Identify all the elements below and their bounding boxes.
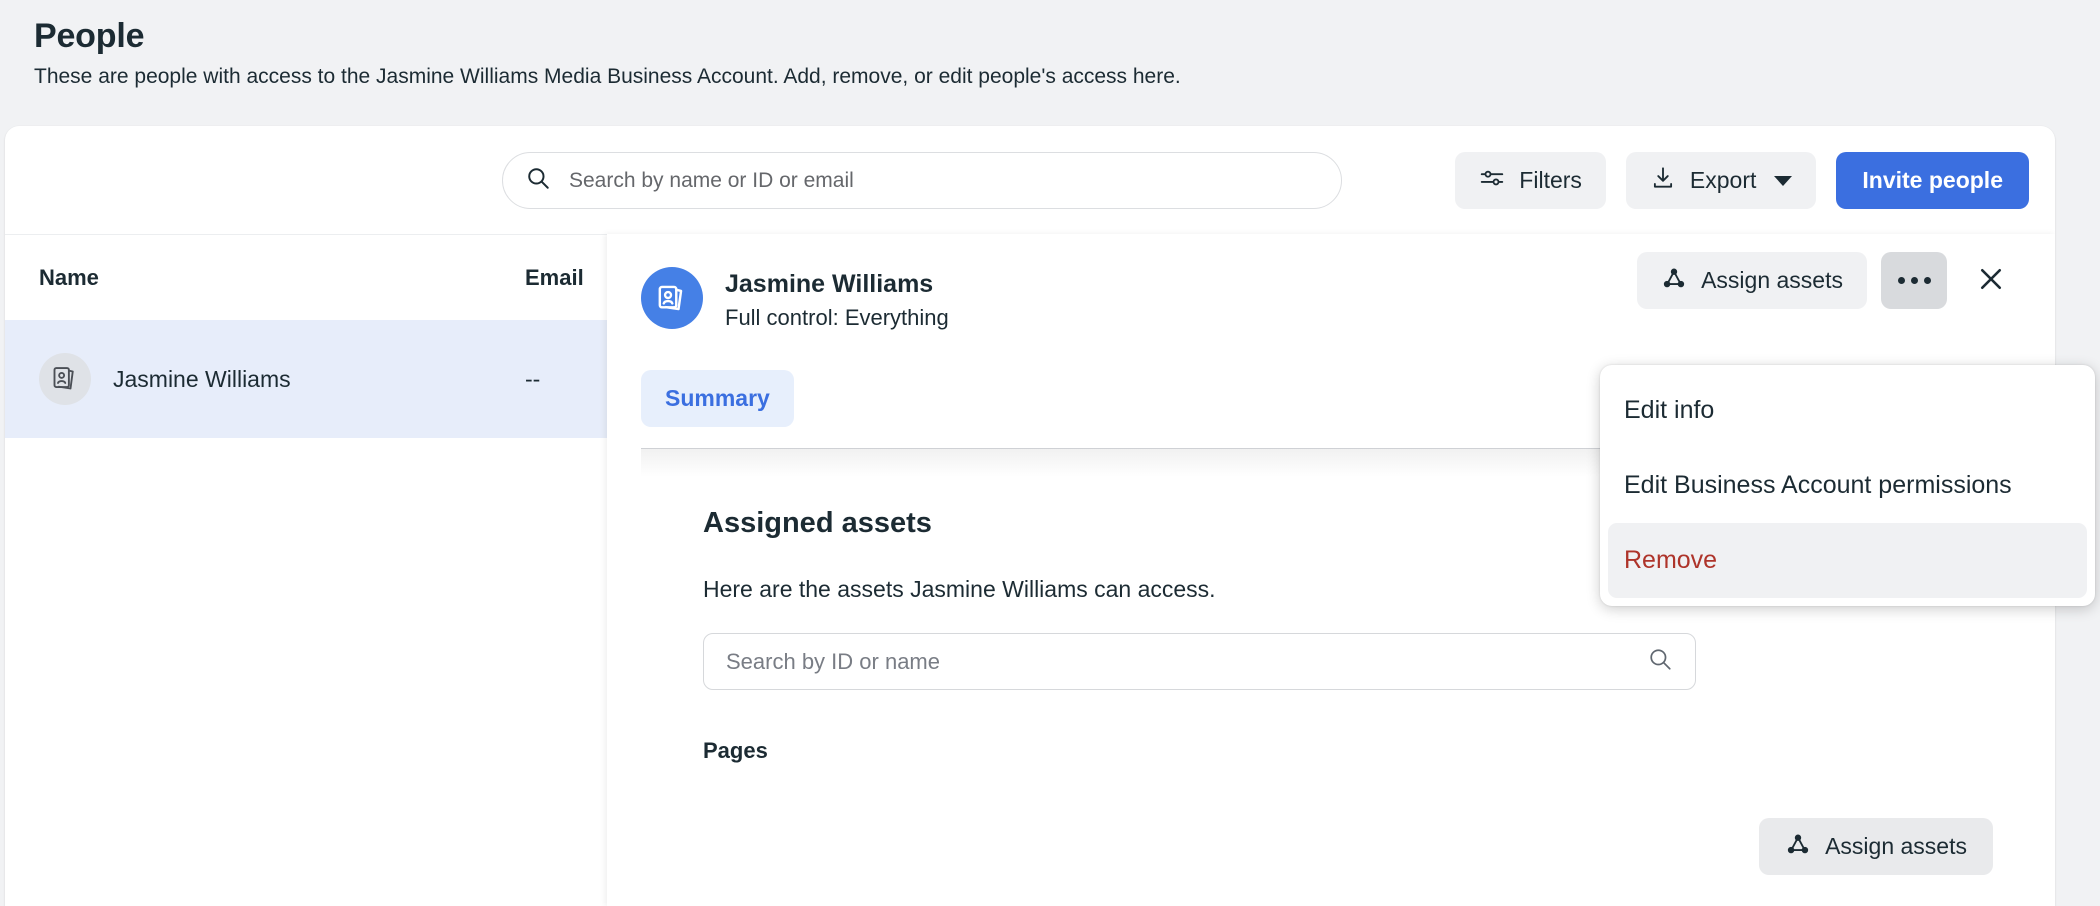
tab-summary[interactable]: Summary xyxy=(641,370,794,427)
filters-icon xyxy=(1479,165,1505,197)
person-name: Jasmine Williams xyxy=(725,269,949,300)
assets-search-input[interactable] xyxy=(724,648,1647,676)
search-icon xyxy=(525,165,551,196)
more-options-menu: Edit info Edit Business Account permissi… xyxy=(1600,365,2095,606)
close-panel-button[interactable] xyxy=(1961,252,2021,309)
page-subtitle: These are people with access to the Jasm… xyxy=(34,63,2100,90)
search-people-wrap xyxy=(502,152,1342,209)
page-header: People These are people with access to t… xyxy=(0,0,2100,91)
assign-assets-label: Assign assets xyxy=(1701,267,1843,294)
menu-item-label: Edit Business Account permissions xyxy=(1624,471,2012,500)
assign-assets-button[interactable]: Assign assets xyxy=(1637,252,1867,309)
person-meta: Jasmine Williams Full control: Everythin… xyxy=(725,267,949,333)
avatar xyxy=(39,353,91,405)
assets-section-label: Pages xyxy=(703,738,2055,764)
person-role: Full control: Everything xyxy=(725,303,949,333)
invite-people-button[interactable]: Invite people xyxy=(1836,152,2029,209)
assign-assets-icon xyxy=(1661,265,1687,297)
more-options-button[interactable] xyxy=(1881,252,1947,309)
ellipsis-icon xyxy=(1898,277,1905,284)
page-title: People xyxy=(34,18,2100,55)
export-label: Export xyxy=(1690,167,1756,194)
assign-assets-label-secondary: Assign assets xyxy=(1825,833,1967,860)
table-cell-name: Jasmine Williams xyxy=(113,366,525,393)
filters-label: Filters xyxy=(1519,167,1582,194)
filters-button[interactable]: Filters xyxy=(1455,152,1606,209)
chevron-down-icon xyxy=(1774,176,1792,186)
export-button[interactable]: Export xyxy=(1626,152,1816,209)
search-icon xyxy=(1647,646,1673,677)
menu-item-label: Edit info xyxy=(1624,396,1714,425)
invite-people-label: Invite people xyxy=(1862,167,2003,194)
assign-assets-button-secondary[interactable]: Assign assets xyxy=(1759,818,1993,875)
assets-search-box[interactable] xyxy=(703,633,1696,690)
menu-item-label: Remove xyxy=(1624,546,1717,575)
toolbar: Filters Export Invite people xyxy=(5,126,2055,234)
assign-assets-icon xyxy=(1785,831,1811,863)
tab-summary-label: Summary xyxy=(665,385,770,412)
search-people-box[interactable] xyxy=(502,152,1342,209)
search-people-input[interactable] xyxy=(567,168,1319,194)
close-icon xyxy=(1976,264,2006,297)
menu-item-remove[interactable]: Remove xyxy=(1608,523,2087,598)
toolbar-buttons: Filters Export Invite people xyxy=(1455,152,2029,209)
ellipsis-icon xyxy=(1924,277,1931,284)
detail-header-actions: Assign assets xyxy=(1637,252,2021,309)
menu-item-edit-info[interactable]: Edit info xyxy=(1608,373,2087,448)
person-avatar xyxy=(641,267,703,329)
ellipsis-icon xyxy=(1911,277,1918,284)
menu-item-edit-business-account-permissions[interactable]: Edit Business Account permissions xyxy=(1608,448,2087,523)
column-header-name: Name xyxy=(5,265,525,291)
download-icon xyxy=(1650,165,1676,197)
